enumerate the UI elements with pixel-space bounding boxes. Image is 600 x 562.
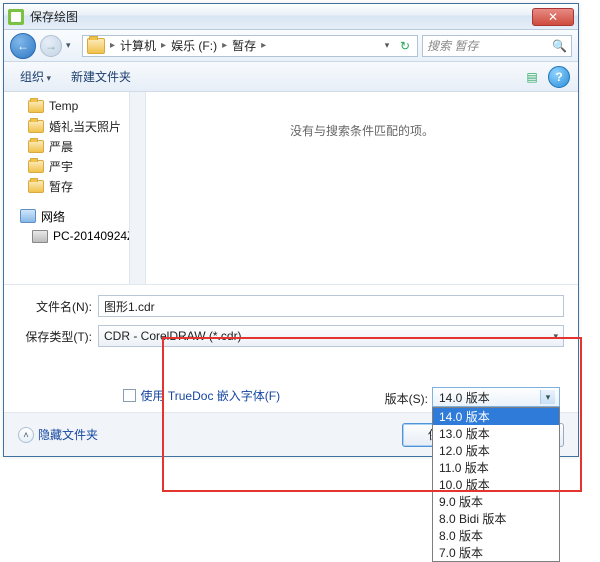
breadcrumb-item[interactable]: 娱乐 (F:) <box>169 37 219 54</box>
chevron-right-icon: ▸ <box>219 40 230 51</box>
view-options-button[interactable]: ▤ <box>520 66 544 88</box>
hide-folders-label: 隐藏文件夹 <box>38 426 98 443</box>
tree-item-label: 暂存 <box>49 178 73 195</box>
version-label: 版本(S): <box>385 387 428 407</box>
help-icon: ? <box>555 70 562 84</box>
search-input[interactable]: 搜索 暂存 🔍 <box>422 35 572 57</box>
tree-network[interactable]: 网络 <box>10 206 145 226</box>
version-option[interactable]: 13.0 版本 <box>433 425 559 442</box>
tree-item-label: 网络 <box>41 208 65 225</box>
folder-icon <box>28 140 44 153</box>
options-area: 使用 TrueDoc 嵌入字体(F) 版本(S): 14.0 版本 ▾ 14.0… <box>4 361 578 407</box>
toolbar: 组织 新建文件夹 ▤ ? <box>4 62 578 92</box>
nav-bar: ← → ▾ ▸ 计算机 ▸ 娱乐 (F:) ▸ 暂存 ▸ ▾ ↻ 搜索 暂存 🔍 <box>4 30 578 62</box>
version-selected: 14.0 版本 <box>439 389 490 406</box>
window-title: 保存绘图 <box>30 8 78 25</box>
version-option[interactable]: 8.0 Bidi 版本 <box>433 510 559 527</box>
tree-item-label: Temp <box>49 99 78 113</box>
filetype-combo[interactable]: CDR - CorelDRAW (*.cdr) ▾ <box>98 325 564 347</box>
checkbox-icon <box>123 389 136 402</box>
nav-history-dropdown[interactable]: ▾ <box>66 40 78 51</box>
empty-message: 没有与搜索条件匹配的项。 <box>290 122 434 139</box>
app-icon <box>8 9 24 25</box>
breadcrumb-item[interactable]: 计算机 <box>118 37 158 54</box>
title-bar: 保存绘图 ✕ <box>4 4 578 30</box>
hide-folders-link[interactable]: ˄ 隐藏文件夹 <box>18 426 98 443</box>
close-icon: ✕ <box>548 11 558 23</box>
tree-item[interactable]: Temp <box>10 96 145 116</box>
folder-icon <box>28 180 44 193</box>
version-option[interactable]: 8.0 版本 <box>433 527 559 544</box>
version-option[interactable]: 12.0 版本 <box>433 442 559 459</box>
computer-icon <box>32 230 48 243</box>
folder-tree: Temp 婚礼当天照片 严晨 严宇 暂存 网络 PC-20140924ZA <box>4 92 146 284</box>
network-icon <box>20 209 36 223</box>
arrow-right-icon: → <box>45 39 57 53</box>
nav-back-button[interactable]: ← <box>10 33 36 59</box>
tree-item[interactable]: 暂存 <box>10 176 145 196</box>
arrow-left-icon: ← <box>17 39 29 53</box>
tree-pc[interactable]: PC-20140924ZA <box>10 226 145 246</box>
save-dialog: 保存绘图 ✕ ← → ▾ ▸ 计算机 ▸ 娱乐 (F:) ▸ 暂存 ▸ ▾ ↻ … <box>3 3 579 457</box>
version-option[interactable]: 10.0 版本 <box>433 476 559 493</box>
search-placeholder: 搜索 暂存 <box>427 37 478 54</box>
truedoc-label: 使用 TrueDoc 嵌入字体(F) <box>141 387 281 404</box>
version-option[interactable]: 11.0 版本 <box>433 459 559 476</box>
filetype-label: 保存类型(T): <box>18 328 98 345</box>
new-folder-button[interactable]: 新建文件夹 <box>63 65 139 88</box>
refresh-icon[interactable]: ↻ <box>395 39 415 53</box>
tree-item-label: 婚礼当天照片 <box>49 118 121 135</box>
search-icon: 🔍 <box>552 39 567 53</box>
version-option[interactable]: 7.0 版本 <box>433 544 559 561</box>
version-option[interactable]: 9.0 版本 <box>433 493 559 510</box>
breadcrumb-dropdown-icon[interactable]: ▾ <box>379 40 395 51</box>
chevron-right-icon: ▸ <box>158 40 169 51</box>
folder-icon <box>87 38 105 54</box>
close-button[interactable]: ✕ <box>532 8 574 26</box>
nav-forward-button[interactable]: → <box>40 35 62 57</box>
chevron-down-icon: ▾ <box>553 331 558 342</box>
tree-item[interactable]: 婚礼当天照片 <box>10 116 145 136</box>
body: Temp 婚礼当天照片 严晨 严宇 暂存 网络 PC-20140924ZA 没有… <box>4 92 578 284</box>
help-button[interactable]: ? <box>548 66 570 88</box>
filetype-value: CDR - CorelDRAW (*.cdr) <box>104 329 242 343</box>
version-combo[interactable]: 14.0 版本 ▾ <box>432 387 560 407</box>
breadcrumb[interactable]: ▸ 计算机 ▸ 娱乐 (F:) ▸ 暂存 ▸ ▾ ↻ <box>82 35 418 57</box>
chevron-right-icon: ▸ <box>258 40 269 51</box>
tree-item[interactable]: 严宇 <box>10 156 145 176</box>
organize-button[interactable]: 组织 <box>12 65 59 88</box>
folder-icon <box>28 100 44 113</box>
tree-item-label: 严宇 <box>49 158 73 175</box>
chevron-up-icon: ˄ <box>18 427 34 443</box>
folder-icon <box>28 120 44 133</box>
filename-label: 文件名(N): <box>18 298 98 315</box>
version-option[interactable]: 14.0 版本 <box>433 408 559 425</box>
chevron-right-icon: ▸ <box>107 40 118 51</box>
version-dropdown: 14.0 版本 13.0 版本 12.0 版本 11.0 版本 10.0 版本 … <box>432 407 560 562</box>
tree-item[interactable]: 严晨 <box>10 136 145 156</box>
tree-scrollbar[interactable] <box>129 92 145 284</box>
tree-item-label: 严晨 <box>49 138 73 155</box>
file-list: 没有与搜索条件匹配的项。 <box>146 92 578 284</box>
folder-icon <box>28 160 44 173</box>
chevron-down-icon: ▾ <box>540 390 555 404</box>
form: 文件名(N): 保存类型(T): CDR - CorelDRAW (*.cdr)… <box>4 285 578 361</box>
breadcrumb-item[interactable]: 暂存 <box>230 37 258 54</box>
view-icon: ▤ <box>526 70 537 84</box>
truedoc-checkbox[interactable]: 使用 TrueDoc 嵌入字体(F) <box>123 387 281 404</box>
filename-input[interactable] <box>98 295 564 317</box>
